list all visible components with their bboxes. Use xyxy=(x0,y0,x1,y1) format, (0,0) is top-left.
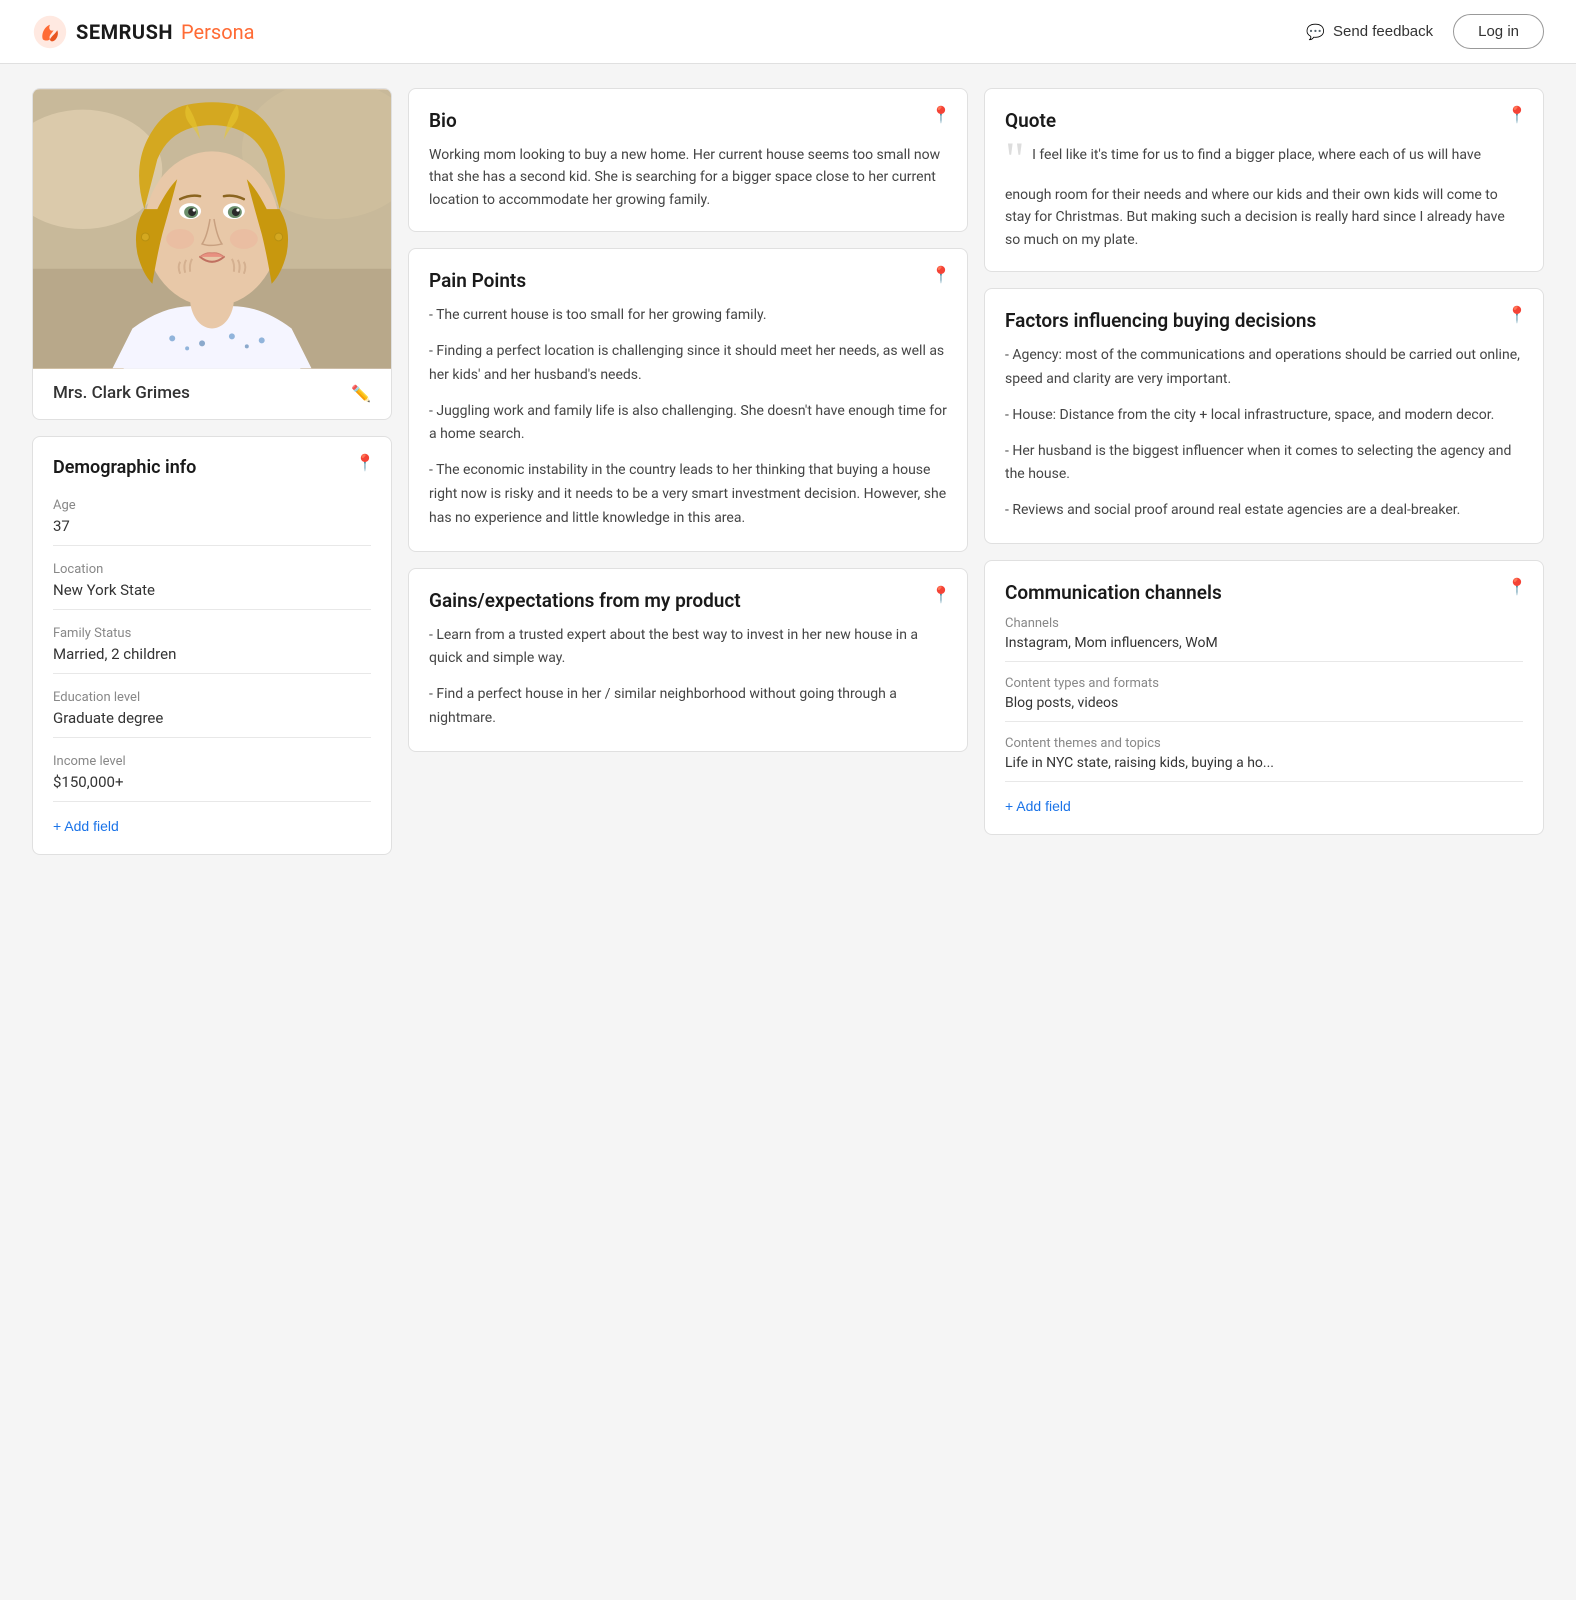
demo-label-age: Age xyxy=(53,498,371,513)
bio-card: 📍 Bio Working mom looking to buy a new h… xyxy=(408,88,968,232)
demo-field-age: Age 37 xyxy=(53,498,371,546)
profile-photo xyxy=(33,89,391,369)
demo-value-age: 37 xyxy=(53,517,371,546)
add-field-demographic-button[interactable]: + Add field xyxy=(53,818,119,834)
header-actions: 💬 Send feedback Log in xyxy=(1306,14,1544,49)
quote-card: 📍 Quote " I feel like it's time for us t… xyxy=(984,88,1544,272)
quote-title: Quote xyxy=(1005,109,1523,132)
channel-label-1: Content types and formats xyxy=(1005,676,1523,691)
left-column: Mrs. Clark Grimes ✏️ 📍 Demographic info … xyxy=(32,88,392,855)
logo-area: SEMRUSH Persona xyxy=(32,14,255,50)
header: SEMRUSH Persona 💬 Send feedback Log in xyxy=(0,0,1576,64)
demo-value-income: $150,000+ xyxy=(53,773,371,802)
channel-label-0: Channels xyxy=(1005,616,1523,631)
edit-icon[interactable]: ✏️ xyxy=(351,384,371,403)
channel-value-2: Life in NYC state, raising kids, buying … xyxy=(1005,755,1523,782)
pin-icon-quote: 📍 xyxy=(1507,105,1527,124)
profile-name-row: Mrs. Clark Grimes ✏️ xyxy=(33,369,391,419)
channel-section-2: Content themes and topics Life in NYC st… xyxy=(1005,736,1523,782)
demo-value-family: Married, 2 children xyxy=(53,645,371,674)
demo-field-location: Location New York State xyxy=(53,562,371,610)
demo-value-location: New York State xyxy=(53,581,371,610)
gain-item-1: - Find a perfect house in her / similar … xyxy=(429,683,947,731)
factor-item-3: - Reviews and social proof around real e… xyxy=(1005,499,1523,523)
demo-field-education: Education level Graduate degree xyxy=(53,690,371,738)
demo-value-education: Graduate degree xyxy=(53,709,371,738)
channel-section-1: Content types and formats Blog posts, vi… xyxy=(1005,676,1523,722)
channel-section-0: Channels Instagram, Mom influencers, WoM xyxy=(1005,616,1523,662)
pain-points-card: 📍 Pain Points - The current house is too… xyxy=(408,248,968,551)
chat-icon: 💬 xyxy=(1306,23,1325,41)
main-content: Mrs. Clark Grimes ✏️ 📍 Demographic info … xyxy=(0,64,1576,879)
channel-value-1: Blog posts, videos xyxy=(1005,695,1523,722)
gains-card: 📍 Gains/expectations from my product - L… xyxy=(408,568,968,752)
pain-item-2: - Juggling work and family life is also … xyxy=(429,400,947,448)
quote-mark: " xyxy=(1005,136,1025,184)
pin-icon-demographic: 📍 xyxy=(355,453,375,472)
factor-item-2: - Her husband is the biggest influencer … xyxy=(1005,440,1523,488)
factor-item-0: - Agency: most of the communications and… xyxy=(1005,344,1523,392)
pain-item-0: - The current house is too small for her… xyxy=(429,304,947,328)
gains-title: Gains/expectations from my product xyxy=(429,589,947,612)
content-grid: Mrs. Clark Grimes ✏️ 📍 Demographic info … xyxy=(32,88,1544,855)
semrush-logo-icon xyxy=(32,14,68,50)
pin-icon-bio: 📍 xyxy=(931,105,951,124)
gain-item-0: - Learn from a trusted expert about the … xyxy=(429,624,947,672)
feedback-button[interactable]: 💬 Send feedback xyxy=(1306,23,1433,41)
pain-item-3: - The economic instability in the countr… xyxy=(429,459,947,530)
middle-column: 📍 Bio Working mom looking to buy a new h… xyxy=(408,88,968,855)
profile-image-svg xyxy=(33,89,391,369)
demo-label-location: Location xyxy=(53,562,371,577)
login-button[interactable]: Log in xyxy=(1453,14,1544,49)
logo-brand-text: SEMRUSH xyxy=(76,20,173,44)
factor-item-1: - House: Distance from the city + local … xyxy=(1005,404,1523,428)
quote-body: " I feel like it's time for us to find a… xyxy=(1005,144,1523,251)
quote-text: I feel like it's time for us to find a b… xyxy=(1005,147,1505,248)
pain-item-1: - Finding a perfect location is challeng… xyxy=(429,340,947,388)
demo-field-income: Income level $150,000+ xyxy=(53,754,371,802)
feedback-label: Send feedback xyxy=(1333,23,1433,40)
gains-text: - Learn from a trusted expert about the … xyxy=(429,624,947,731)
pin-icon-gains: 📍 xyxy=(931,585,951,604)
logo-product-text: Persona xyxy=(181,20,255,44)
demographic-title: Demographic info xyxy=(53,457,371,478)
channel-value-0: Instagram, Mom influencers, WoM xyxy=(1005,635,1523,662)
profile-card: Mrs. Clark Grimes ✏️ xyxy=(32,88,392,420)
pin-icon-factors: 📍 xyxy=(1507,305,1527,324)
pain-points-title: Pain Points xyxy=(429,269,947,292)
demographic-card: 📍 Demographic info Age 37 Location New Y… xyxy=(32,436,392,855)
pin-icon-channels: 📍 xyxy=(1507,577,1527,596)
channels-card: 📍 Communication channels Channels Instag… xyxy=(984,560,1544,835)
demo-label-education: Education level xyxy=(53,690,371,705)
channel-label-2: Content themes and topics xyxy=(1005,736,1523,751)
factors-text: - Agency: most of the communications and… xyxy=(1005,344,1523,523)
add-field-channels-button[interactable]: + Add field xyxy=(1005,798,1071,814)
pin-icon-pain: 📍 xyxy=(931,265,951,284)
pain-points-text: - The current house is too small for her… xyxy=(429,304,947,530)
factors-card: 📍 Factors influencing buying decisions -… xyxy=(984,288,1544,544)
factors-title: Factors influencing buying decisions xyxy=(1005,309,1523,332)
demo-field-family: Family Status Married, 2 children xyxy=(53,626,371,674)
right-column: 📍 Quote " I feel like it's time for us t… xyxy=(984,88,1544,855)
demo-label-family: Family Status xyxy=(53,626,371,641)
bio-title: Bio xyxy=(429,109,947,132)
channels-title: Communication channels xyxy=(1005,581,1523,604)
profile-name: Mrs. Clark Grimes xyxy=(53,383,190,403)
demo-label-income: Income level xyxy=(53,754,371,769)
bio-text: Working mom looking to buy a new home. H… xyxy=(429,144,947,211)
